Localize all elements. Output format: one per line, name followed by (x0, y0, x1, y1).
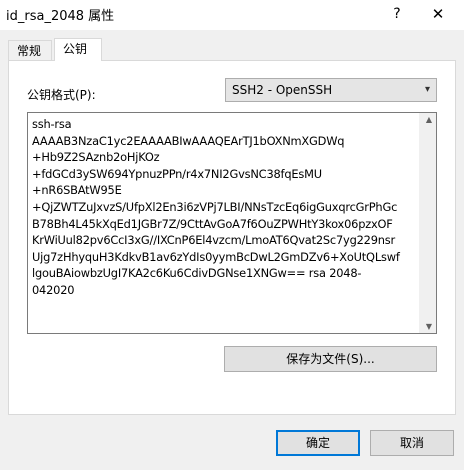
title-bar: id_rsa_2048 属性 ? ✕ (0, 0, 464, 30)
scroll-up-icon[interactable]: ▲ (426, 115, 432, 124)
help-button[interactable]: ? (387, 4, 407, 24)
public-key-panel: 公钥格式(P): SSH2 - OpenSSH ▾ ssh-rsa AAAAB3… (8, 60, 456, 415)
chevron-down-icon: ▾ (424, 84, 430, 95)
public-key-textarea[interactable]: ssh-rsa AAAAB3NzaC1yc2EAAAABIwAAAQEArTJ1… (27, 112, 437, 334)
tab-general-label: 常规 (17, 44, 42, 58)
tab-general[interactable]: 常规 (8, 40, 52, 60)
scroll-down-icon[interactable]: ▼ (426, 322, 432, 331)
close-button[interactable]: ✕ (428, 4, 448, 24)
public-key-text: ssh-rsa AAAAB3NzaC1yc2EAAAABIwAAAQEArTJ1… (32, 117, 400, 297)
ok-button[interactable]: 确定 (276, 430, 360, 456)
dialog-body: 常规 公钥 公钥格式(P): SSH2 - OpenSSH ▾ ssh-rsa … (0, 30, 464, 470)
format-select[interactable]: SSH2 - OpenSSH ▾ (225, 78, 437, 102)
save-to-file-button[interactable]: 保存为文件(S)... (224, 346, 437, 372)
tab-public-key[interactable]: 公钥 (54, 38, 102, 61)
format-label: 公钥格式(P): (27, 88, 96, 102)
cancel-button[interactable]: 取消 (370, 430, 454, 456)
format-select-value: SSH2 - OpenSSH (232, 83, 333, 97)
tab-public-key-label: 公钥 (63, 42, 88, 56)
window-title: id_rsa_2048 属性 (6, 9, 115, 24)
vertical-scrollbar[interactable]: ▲ ▼ (419, 113, 436, 333)
